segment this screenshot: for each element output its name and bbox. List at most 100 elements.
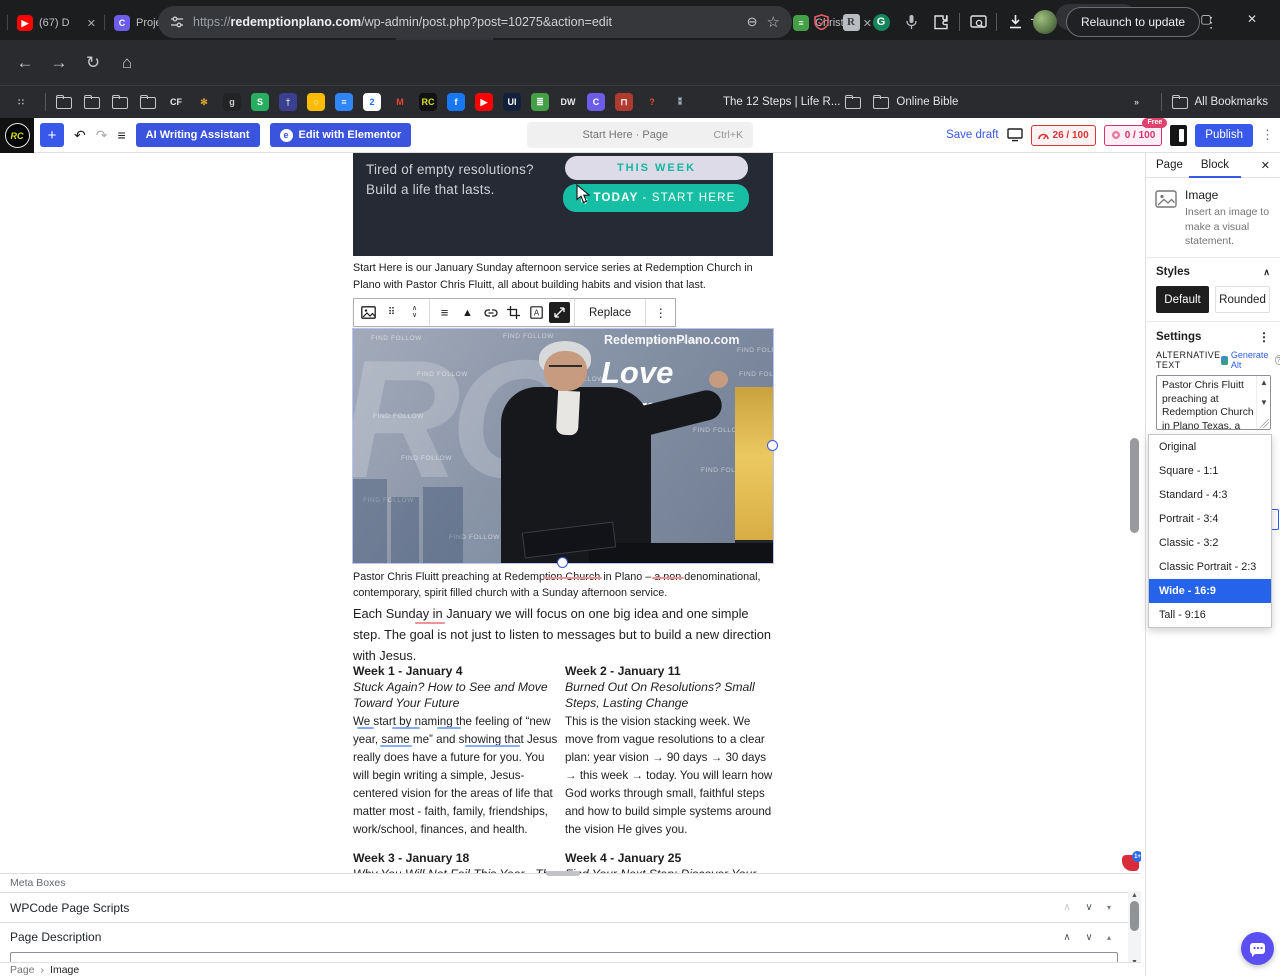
resize-handle-bottom[interactable]: [557, 557, 568, 568]
bookmark-folder[interactable]: [111, 93, 135, 111]
bookmark-folder[interactable]: [55, 93, 79, 111]
youtube-icon[interactable]: ▶: [475, 93, 499, 111]
tab-close-icon[interactable]: ✕: [87, 17, 96, 30]
dropdown-option[interactable]: Standard - 4:3: [1149, 483, 1271, 507]
selected-image-block[interactable]: RC FIND FOLLOW FIND FOLLOW FIND FOLLOW F…: [353, 329, 773, 563]
apps-grid-icon[interactable]: ∷: [12, 93, 36, 111]
dropdown-option[interactable]: Portrait - 3:4: [1149, 507, 1271, 531]
image-caption[interactable]: Pastor Chris Fluitt preaching at Redempt…: [353, 569, 773, 601]
edit-with-elementor-button[interactable]: eEdit with Elementor: [270, 123, 412, 147]
metabox-scrollbar[interactable]: ▲ ▼: [1128, 891, 1141, 967]
help-icon[interactable]: ?: [1275, 355, 1280, 365]
question-icon[interactable]: ?: [643, 93, 667, 111]
scroll-down-icon[interactable]: ▼: [1257, 398, 1271, 407]
editor-options-icon[interactable]: ⋮: [1261, 127, 1274, 143]
drag-handle-icon[interactable]: ⠿: [381, 302, 402, 323]
week4-column[interactable]: Week 4 - January 25 Find Your Next Step:…: [565, 851, 774, 873]
all-bookmarks-folder[interactable]: All Bookmarks: [1171, 93, 1269, 111]
style-rounded-button[interactable]: Rounded: [1215, 286, 1270, 313]
tab-page[interactable]: Page: [1156, 159, 1183, 171]
claude-icon[interactable]: C: [587, 93, 611, 111]
panel-toggle-icon[interactable]: ▴: [1100, 933, 1118, 942]
close-button[interactable]: ✕: [1230, 2, 1274, 36]
dropdown-option[interactable]: Classic - 3:2: [1149, 531, 1271, 555]
online-bible-folder[interactable]: Online Bible: [872, 93, 958, 111]
style-default-button[interactable]: Default: [1156, 286, 1209, 313]
publish-button[interactable]: Publish: [1195, 124, 1253, 147]
dropdown-option[interactable]: Tall - 9:16: [1149, 603, 1271, 627]
address-bar[interactable]: https://redemptionplano.com/wp-admin/pos…: [158, 6, 792, 38]
separator[interactable]: [1161, 93, 1162, 111]
bookmark-folder[interactable]: [139, 93, 163, 111]
zoom-out-icon[interactable]: ⊖: [747, 14, 758, 30]
image-block-icon[interactable]: [358, 302, 379, 323]
close-sidebar-icon[interactable]: ✕: [1261, 159, 1270, 172]
hero-graphic-block[interactable]: Tired of empty resolutions? Build a life…: [353, 153, 773, 256]
slack-icon[interactable]: ✻: [195, 93, 219, 111]
forward-button[interactable]: →: [42, 53, 76, 73]
preview-icon[interactable]: [1007, 128, 1023, 142]
facebook-icon[interactable]: f: [447, 93, 471, 111]
google-keep-icon[interactable]: ○: [307, 93, 331, 111]
toolbar-options-icon[interactable]: ⋮: [650, 302, 671, 323]
google-docs-icon[interactable]: ≡: [335, 93, 359, 111]
panel-down-icon[interactable]: ∨: [1078, 902, 1100, 913]
overflow-chevrons-icon[interactable]: »: [1128, 93, 1152, 111]
chat-widget-button[interactable]: [1241, 932, 1274, 965]
home-button[interactable]: ⌂: [110, 53, 144, 73]
bookmark-folder[interactable]: [83, 93, 107, 111]
crop-icon[interactable]: [503, 302, 524, 323]
panel-toggle-icon[interactable]: ▾: [1100, 903, 1118, 912]
readability-score-badge[interactable]: 0 / 100 Free: [1104, 125, 1163, 146]
panel-down-icon[interactable]: ∨: [1078, 932, 1100, 943]
gmail-icon[interactable]: M: [391, 93, 415, 111]
subsplash-icon[interactable]: S: [251, 93, 275, 111]
seo-score-badge[interactable]: 26 / 100: [1031, 125, 1096, 146]
wp-site-logo[interactable]: RC: [0, 118, 34, 153]
undo-icon[interactable]: ↶: [74, 127, 86, 144]
collapse-icon[interactable]: ∧: [1263, 267, 1270, 278]
screen-search-icon[interactable]: [963, 15, 993, 30]
page-description-panel-header[interactable]: Page Description ∧ ∨ ▴: [0, 923, 1128, 951]
twelve-steps-bookmark[interactable]: The 12 Steps | Life R...: [699, 93, 840, 111]
separator[interactable]: [45, 93, 46, 111]
alt-text-textarea[interactable]: Pastor Chris Fluitt preaching at Redempt…: [1156, 375, 1271, 430]
scrollbar-thumb[interactable]: [1130, 901, 1139, 931]
back-button[interactable]: ←: [8, 53, 42, 73]
resize-handle-right[interactable]: [767, 440, 778, 451]
microphone-icon[interactable]: [896, 14, 926, 30]
chrome-menu-icon[interactable]: ⋮: [1200, 14, 1222, 31]
browser-tab[interactable]: ▶ (67) D ✕: [8, 6, 105, 40]
text-overlay-icon[interactable]: A: [526, 302, 547, 323]
cf-bookmark[interactable]: CF: [167, 93, 191, 111]
dw-bookmark[interactable]: DW: [559, 93, 583, 111]
panel-up-icon[interactable]: ∧: [1056, 932, 1078, 943]
week2-column[interactable]: Week 2 - January 11 Burned Out On Resolu…: [565, 664, 774, 839]
tab-block[interactable]: Block: [1201, 159, 1229, 171]
dropdown-option[interactable]: Square - 1:1: [1149, 459, 1271, 483]
block-inserter-button[interactable]: +: [40, 123, 64, 147]
planning-center-icon[interactable]: ≣: [531, 93, 555, 111]
breadcrumb-page[interactable]: Page: [10, 964, 35, 976]
styles-heading[interactable]: Styles: [1156, 266, 1190, 278]
dropdown-option[interactable]: Original: [1149, 435, 1271, 459]
week1-column[interactable]: Week 1 - January 4 Stuck Again? How to S…: [353, 664, 559, 839]
gloo-icon[interactable]: g: [223, 93, 247, 111]
list-view-icon[interactable]: ≡: [117, 127, 125, 143]
ai-writing-assistant-button[interactable]: AI Writing Assistant: [136, 123, 260, 147]
dropdown-option[interactable]: Wide - 16:9: [1149, 579, 1271, 603]
reload-button[interactable]: ↻: [76, 53, 110, 73]
church-app-icon[interactable]: †: [279, 93, 303, 111]
extensions-puzzle-icon[interactable]: [926, 14, 956, 30]
twelve-steps-icon[interactable]: ⁑: [671, 93, 695, 111]
relaunch-button[interactable]: Relaunch to update: [1066, 7, 1200, 37]
duotone-icon[interactable]: ▲: [457, 302, 478, 323]
intro-paragraph[interactable]: Start Here is our January Sunday afterno…: [353, 260, 773, 293]
panel-up-icon[interactable]: ∧: [1056, 902, 1078, 913]
resize-grip-icon[interactable]: [1260, 419, 1269, 428]
adguard-icon[interactable]: [806, 14, 836, 30]
bookmark-star-icon[interactable]: ☆: [767, 13, 780, 31]
dropdown-option[interactable]: Classic Portrait - 2:3: [1149, 555, 1271, 579]
canvas-scrollbar-thumb[interactable]: [1130, 438, 1139, 533]
replace-button[interactable]: Replace: [579, 307, 641, 319]
